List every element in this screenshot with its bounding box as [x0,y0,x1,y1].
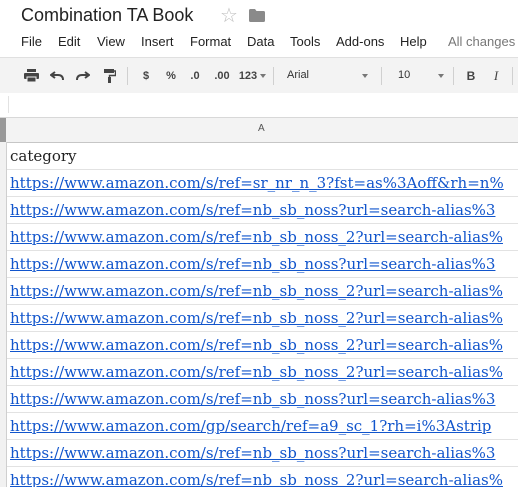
column-header-bar: A [0,118,518,143]
table-row[interactable]: https://www.amazon.com/s/ref=nb_sb_noss_… [0,223,518,251]
menu-edit[interactable]: Edit [58,33,80,50]
toolbar-separator [127,67,128,85]
toolbar-separator [381,67,382,85]
row-header[interactable] [0,385,7,412]
row-header[interactable] [0,277,7,304]
table-row[interactable]: https://www.amazon.com/s/ref=nb_sb_noss_… [0,304,518,332]
menu-insert[interactable]: Insert [141,33,174,50]
row-header[interactable] [0,196,7,223]
table-row[interactable]: https://www.amazon.com/s/ref=nb_sb_noss_… [0,358,518,386]
chevron-down-icon [438,74,444,78]
table-row[interactable]: category [0,142,518,170]
percent-format-button[interactable]: % [162,65,180,86]
toolbar-separator [273,67,274,85]
table-row[interactable]: https://www.amazon.com/s/ref=nb_sb_noss?… [0,196,518,224]
row-header[interactable] [0,223,7,250]
more-formats-button[interactable]: 123 [238,65,258,86]
toolbar-separator [453,67,454,85]
bold-button[interactable]: B [463,65,479,86]
increase-decimals-button[interactable]: .00 [211,65,233,86]
cell-a-header[interactable]: category [10,146,77,166]
cell-link[interactable]: https://www.amazon.com/s/ref=nb_sb_noss?… [10,254,495,274]
cell-link[interactable]: https://www.amazon.com/s/ref=sr_nr_n_3?f… [10,173,504,193]
menu-file[interactable]: File [21,33,42,50]
table-row[interactable]: https://www.amazon.com/s/ref=sr_nr_n_3?f… [0,169,518,197]
cell-link[interactable]: https://www.amazon.com/s/ref=nb_sb_noss?… [10,200,495,220]
redo-icon[interactable] [73,65,93,86]
cell-link[interactable]: https://www.amazon.com/s/ref=nb_sb_noss_… [10,470,503,487]
table-row[interactable]: https://www.amazon.com/s/ref=nb_sb_noss_… [0,277,518,305]
cell-link[interactable]: https://www.amazon.com/s/ref=nb_sb_noss_… [10,308,503,328]
toolbar: $ % .0 .00 123 Arial 10 B I [0,57,518,94]
column-header-a[interactable]: A [258,123,265,134]
row-header[interactable] [0,169,7,196]
select-all-corner[interactable] [0,118,6,142]
menu-bar: File Edit View Insert Format Data Tools … [0,33,518,53]
document-title[interactable]: Combination TA Book [21,5,193,26]
row-header[interactable] [0,331,7,358]
decrease-decimals-button[interactable]: .0 [186,65,204,86]
row-header[interactable] [0,250,7,277]
formula-bar[interactable] [0,93,518,118]
table-row[interactable]: https://www.amazon.com/gp/search/ref=a9_… [0,412,518,440]
chevron-down-icon [260,74,266,78]
star-icon[interactable]: ☆ [220,5,238,27]
row-header[interactable] [0,304,7,331]
table-row[interactable]: https://www.amazon.com/s/ref=nb_sb_noss_… [0,331,518,359]
table-row[interactable]: https://www.amazon.com/s/ref=nb_sb_noss?… [0,250,518,278]
cell-link[interactable]: https://www.amazon.com/gp/search/ref=a9_… [10,416,491,436]
font-size-select[interactable]: 10 [398,65,438,86]
cell-link[interactable]: https://www.amazon.com/s/ref=nb_sb_noss_… [10,281,503,301]
font-family-select[interactable]: Arial [287,65,367,86]
undo-icon[interactable] [47,65,67,86]
cell-link[interactable]: https://www.amazon.com/s/ref=nb_sb_noss?… [10,443,495,463]
toolbar-separator [512,67,513,85]
cell-link[interactable]: https://www.amazon.com/s/ref=nb_sb_noss_… [10,362,503,382]
sheet-grid: category https://www.amazon.com/s/ref=sr… [0,142,518,487]
cell-link[interactable]: https://www.amazon.com/s/ref=nb_sb_noss_… [10,335,503,355]
menu-data[interactable]: Data [247,33,274,50]
italic-button[interactable]: I [488,65,504,86]
menu-format[interactable]: Format [190,33,231,50]
cell-link[interactable]: https://www.amazon.com/s/ref=nb_sb_noss?… [10,389,495,409]
table-row[interactable]: https://www.amazon.com/s/ref=nb_sb_noss?… [0,385,518,413]
print-icon[interactable] [21,65,41,86]
paint-format-icon[interactable] [100,65,120,86]
title-bar: Combination TA Book ☆ [0,0,518,34]
cell-link[interactable]: https://www.amazon.com/s/ref=nb_sb_noss_… [10,227,503,247]
chevron-down-icon [362,74,368,78]
formula-input-divider [8,96,9,113]
save-status: All changes [448,34,516,49]
folder-icon[interactable] [249,9,265,27]
row-header[interactable] [0,358,7,385]
row-header[interactable] [0,466,7,487]
row-header[interactable] [0,412,7,439]
menu-view[interactable]: View [97,33,125,50]
currency-format-button[interactable]: $ [138,65,154,86]
menu-tools[interactable]: Tools [290,33,320,50]
row-header[interactable] [0,142,7,169]
row-header[interactable] [0,439,7,466]
table-row[interactable]: https://www.amazon.com/s/ref=nb_sb_noss_… [0,466,518,487]
menu-help[interactable]: Help [400,33,427,50]
table-row[interactable]: https://www.amazon.com/s/ref=nb_sb_noss?… [0,439,518,467]
menu-addons[interactable]: Add-ons [336,33,384,50]
